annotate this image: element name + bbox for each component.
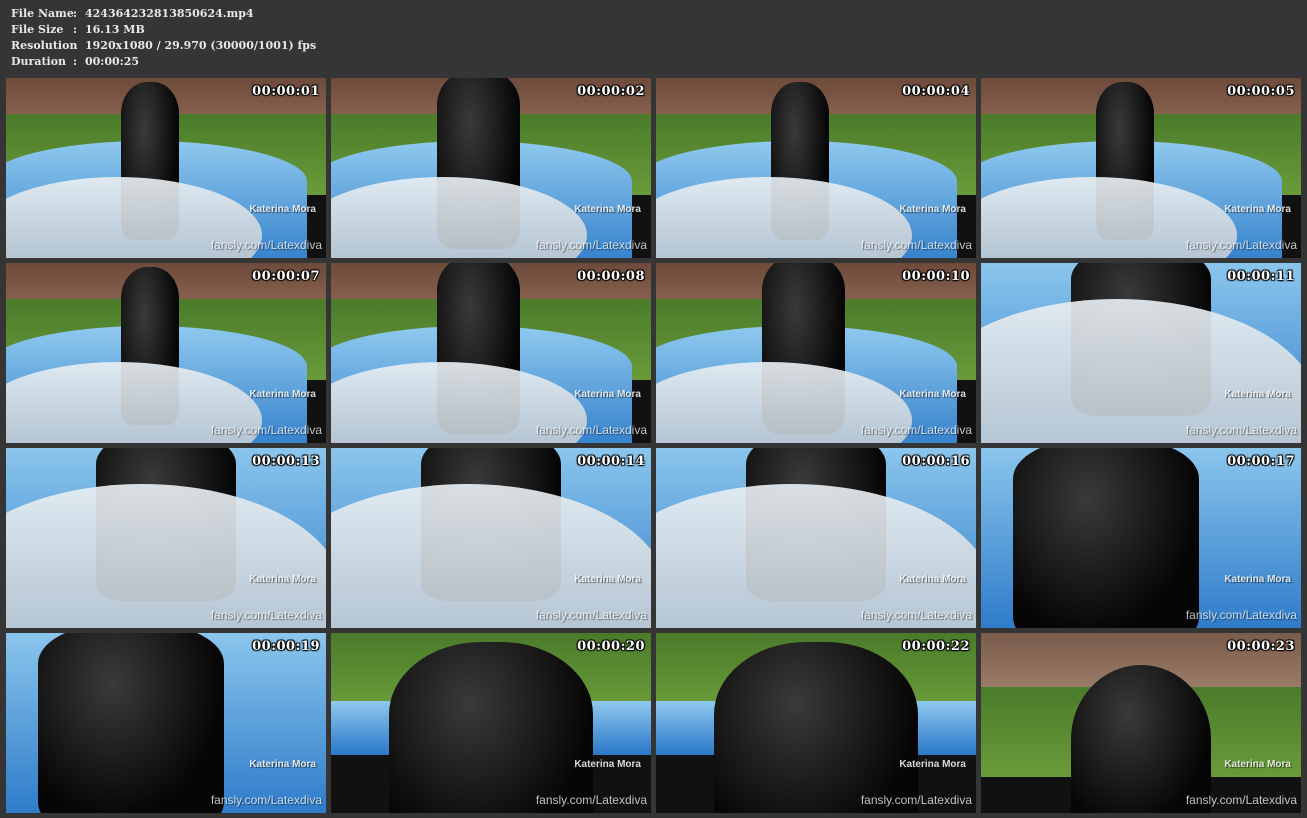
thumbnail-frame[interactable]: 00:00:22 Katerina Mora fansly.com/Latexd… xyxy=(656,633,976,813)
frame-image xyxy=(331,448,651,628)
watermark-url: fansly.com/Latexdiva xyxy=(210,608,322,622)
separator: : xyxy=(73,7,78,20)
file-size-label: File Size xyxy=(11,23,64,36)
frame-timestamp: 00:00:05 xyxy=(1227,84,1295,99)
watermark-url: fansly.com/Latexdiva xyxy=(535,793,647,807)
frame-image xyxy=(656,263,976,443)
watermark-name: Katerina Mora xyxy=(899,759,966,770)
thumbnail-frame[interactable]: 00:00:11 Katerina Mora fansly.com/Latexd… xyxy=(981,263,1301,443)
thumbnail-grid: 00:00:01 Katerina Mora fansly.com/Latexd… xyxy=(6,78,1301,813)
thumbnail-frame[interactable]: 00:00:01 Katerina Mora fansly.com/Latexd… xyxy=(6,78,326,258)
watermark-url: fansly.com/Latexdiva xyxy=(860,608,972,622)
frame-timestamp: 00:00:23 xyxy=(1227,639,1295,654)
frame-timestamp: 00:00:01 xyxy=(252,84,320,99)
duration-label: Duration xyxy=(11,55,67,68)
frame-image xyxy=(656,78,976,258)
frame-image xyxy=(981,263,1301,443)
watermark-name: Katerina Mora xyxy=(899,204,966,215)
frame-image xyxy=(331,633,651,813)
thumbnail-frame[interactable]: 00:00:16 Katerina Mora fansly.com/Latexd… xyxy=(656,448,976,628)
watermark-url: fansly.com/Latexdiva xyxy=(860,423,972,437)
thumbnail-frame[interactable]: 00:00:17 Katerina Mora fansly.com/Latexd… xyxy=(981,448,1301,628)
watermark-url: fansly.com/Latexdiva xyxy=(535,238,647,252)
separator: : xyxy=(73,23,78,36)
watermark-url: fansly.com/Latexdiva xyxy=(860,793,972,807)
duration-row: Duration : 00:00:25 xyxy=(11,54,316,70)
file-size-value: 16.13 MB xyxy=(85,23,145,36)
watermark-name: Katerina Mora xyxy=(1224,574,1291,585)
watermark-name: Katerina Mora xyxy=(574,759,641,770)
file-size-row: File Size : 16.13 MB xyxy=(11,22,316,38)
resolution-label: Resolution xyxy=(11,39,78,52)
watermark-url: fansly.com/Latexdiva xyxy=(1185,238,1297,252)
frame-timestamp: 00:00:07 xyxy=(252,269,320,284)
frame-timestamp: 00:00:04 xyxy=(902,84,970,99)
frame-timestamp: 00:00:20 xyxy=(577,639,645,654)
resolution-value: 1920x1080 / 29.970 (30000/1001) fps xyxy=(85,39,317,52)
watermark-name: Katerina Mora xyxy=(249,204,316,215)
frame-image xyxy=(981,448,1301,628)
watermark-name: Katerina Mora xyxy=(249,389,316,400)
thumbnail-frame[interactable]: 00:00:05 Katerina Mora fansly.com/Latexd… xyxy=(981,78,1301,258)
watermark-url: fansly.com/Latexdiva xyxy=(210,423,322,437)
frame-timestamp: 00:00:13 xyxy=(252,454,320,469)
duration-value: 00:00:25 xyxy=(85,55,140,68)
thumbnail-frame[interactable]: 00:00:08 Katerina Mora fansly.com/Latexd… xyxy=(331,263,651,443)
thumbnail-frame[interactable]: 00:00:13 Katerina Mora fansly.com/Latexd… xyxy=(6,448,326,628)
thumbnail-frame[interactable]: 00:00:07 Katerina Mora fansly.com/Latexd… xyxy=(6,263,326,443)
frame-image xyxy=(6,78,326,258)
watermark-url: fansly.com/Latexdiva xyxy=(535,423,647,437)
watermark-name: Katerina Mora xyxy=(249,759,316,770)
frame-timestamp: 00:00:08 xyxy=(577,269,645,284)
file-name-label: File Name xyxy=(11,7,74,20)
thumbnail-frame[interactable]: 00:00:20 Katerina Mora fansly.com/Latexd… xyxy=(331,633,651,813)
watermark-name: Katerina Mora xyxy=(249,574,316,585)
frame-image xyxy=(6,448,326,628)
watermark-name: Katerina Mora xyxy=(1224,389,1291,400)
resolution-row: Resolution : 1920x1080 / 29.970 (30000/1… xyxy=(11,38,316,54)
watermark-url: fansly.com/Latexdiva xyxy=(1185,608,1297,622)
watermark-name: Katerina Mora xyxy=(899,574,966,585)
thumbnail-frame[interactable]: 00:00:02 Katerina Mora fansly.com/Latexd… xyxy=(331,78,651,258)
frame-image xyxy=(331,263,651,443)
frame-timestamp: 00:00:02 xyxy=(577,84,645,99)
thumbnail-frame[interactable]: 00:00:19 Katerina Mora fansly.com/Latexd… xyxy=(6,633,326,813)
watermark-url: fansly.com/Latexdiva xyxy=(1185,423,1297,437)
frame-timestamp: 00:00:19 xyxy=(252,639,320,654)
watermark-url: fansly.com/Latexdiva xyxy=(535,608,647,622)
watermark-name: Katerina Mora xyxy=(1224,759,1291,770)
thumbnail-frame[interactable]: 00:00:14 Katerina Mora fansly.com/Latexd… xyxy=(331,448,651,628)
frame-image xyxy=(981,633,1301,813)
watermark-url: fansly.com/Latexdiva xyxy=(1185,793,1297,807)
file-info-header: File Name : 424364232813850624.mp4 File … xyxy=(11,6,316,70)
watermark-url: fansly.com/Latexdiva xyxy=(860,238,972,252)
watermark-url: fansly.com/Latexdiva xyxy=(210,238,322,252)
watermark-name: Katerina Mora xyxy=(899,389,966,400)
frame-timestamp: 00:00:11 xyxy=(1227,269,1295,284)
separator: : xyxy=(73,55,78,68)
frame-image xyxy=(6,263,326,443)
frame-image xyxy=(981,78,1301,258)
watermark-name: Katerina Mora xyxy=(574,204,641,215)
watermark-name: Katerina Mora xyxy=(574,389,641,400)
file-name-row: File Name : 424364232813850624.mp4 xyxy=(11,6,316,22)
separator: : xyxy=(73,39,78,52)
frame-image xyxy=(656,633,976,813)
file-name-value: 424364232813850624.mp4 xyxy=(85,7,254,20)
thumbnail-frame[interactable]: 00:00:10 Katerina Mora fansly.com/Latexd… xyxy=(656,263,976,443)
frame-image xyxy=(6,633,326,813)
watermark-name: Katerina Mora xyxy=(574,574,641,585)
frame-timestamp: 00:00:10 xyxy=(902,269,970,284)
frame-image xyxy=(656,448,976,628)
frame-timestamp: 00:00:16 xyxy=(902,454,970,469)
frame-timestamp: 00:00:17 xyxy=(1227,454,1295,469)
watermark-name: Katerina Mora xyxy=(1224,204,1291,215)
watermark-url: fansly.com/Latexdiva xyxy=(210,793,322,807)
thumbnail-frame[interactable]: 00:00:04 Katerina Mora fansly.com/Latexd… xyxy=(656,78,976,258)
thumbnail-frame[interactable]: 00:00:23 Katerina Mora fansly.com/Latexd… xyxy=(981,633,1301,813)
frame-timestamp: 00:00:22 xyxy=(902,639,970,654)
frame-timestamp: 00:00:14 xyxy=(577,454,645,469)
frame-image xyxy=(331,78,651,258)
